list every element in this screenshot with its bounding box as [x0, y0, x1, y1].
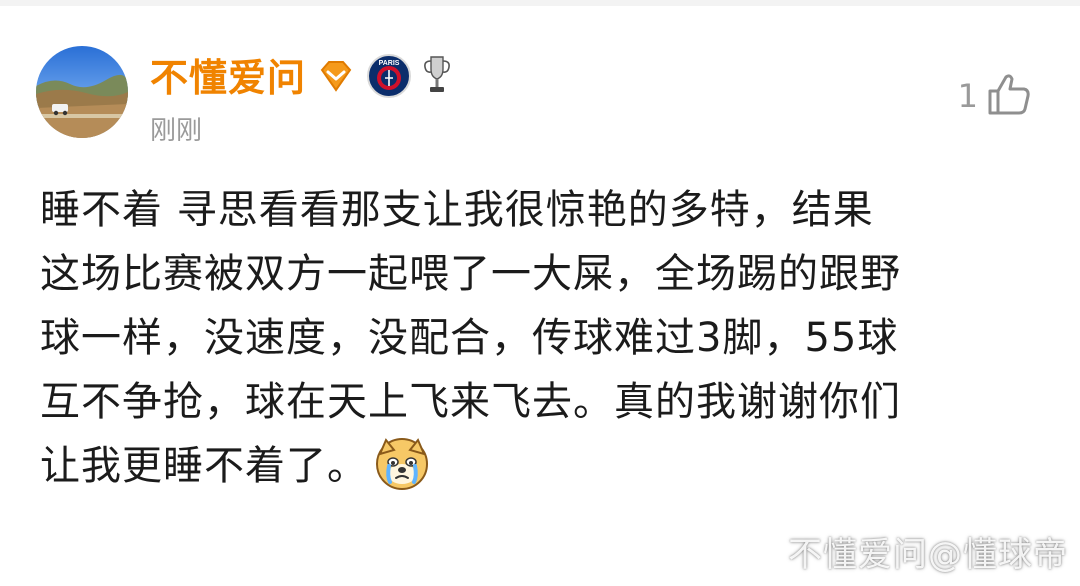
comment-line: 让我更睡不着了。 — [40, 443, 368, 489]
thumbs-up-icon[interactable] — [984, 69, 1034, 123]
avatar[interactable] — [36, 46, 128, 138]
comment-line: 睡不着 寻思看看那支让我很惊艳的多特，结果 — [40, 187, 874, 233]
user-header: 不懂爱问 PARIS — [150, 50, 452, 106]
psg-crest-text: PARIS — [379, 60, 400, 67]
like-count: 1 — [957, 77, 978, 115]
username[interactable]: 不懂爱问 — [150, 50, 306, 106]
comment-card: 不懂爱问 PARIS 刚刚 1 睡不着 寻思看看那支让我很惊艳的多特，结果 这场… — [0, 6, 1080, 586]
orange-diamond-badge-icon — [316, 56, 356, 100]
comment-line: 互不争抢，球在天上飞来飞去。真的我谢谢你们 — [40, 379, 901, 425]
comment-body: 睡不着 寻思看看那支让我很惊艳的多特，结果 这场比赛被双方一起喂了一大屎，全场踢… — [40, 178, 1050, 498]
comment-last-line: 让我更睡不着了。 — [40, 434, 1050, 498]
watermark: 不懂爱问@懂球帝 — [788, 535, 1068, 575]
champions-league-trophy-icon — [422, 53, 452, 103]
comment-line: 球一样，没速度，没配合，传球难过3脚，55球 — [40, 315, 899, 361]
crying-doge-emoji-icon — [372, 432, 432, 492]
avatar-landscape-image — [36, 46, 128, 138]
like-button[interactable]: 1 — [958, 68, 1034, 124]
post-time: 刚刚 — [150, 116, 203, 146]
comment-line: 这场比赛被双方一起喂了一大屎，全场踢的跟野 — [40, 251, 901, 297]
psg-crest-icon: PARIS — [366, 53, 412, 103]
